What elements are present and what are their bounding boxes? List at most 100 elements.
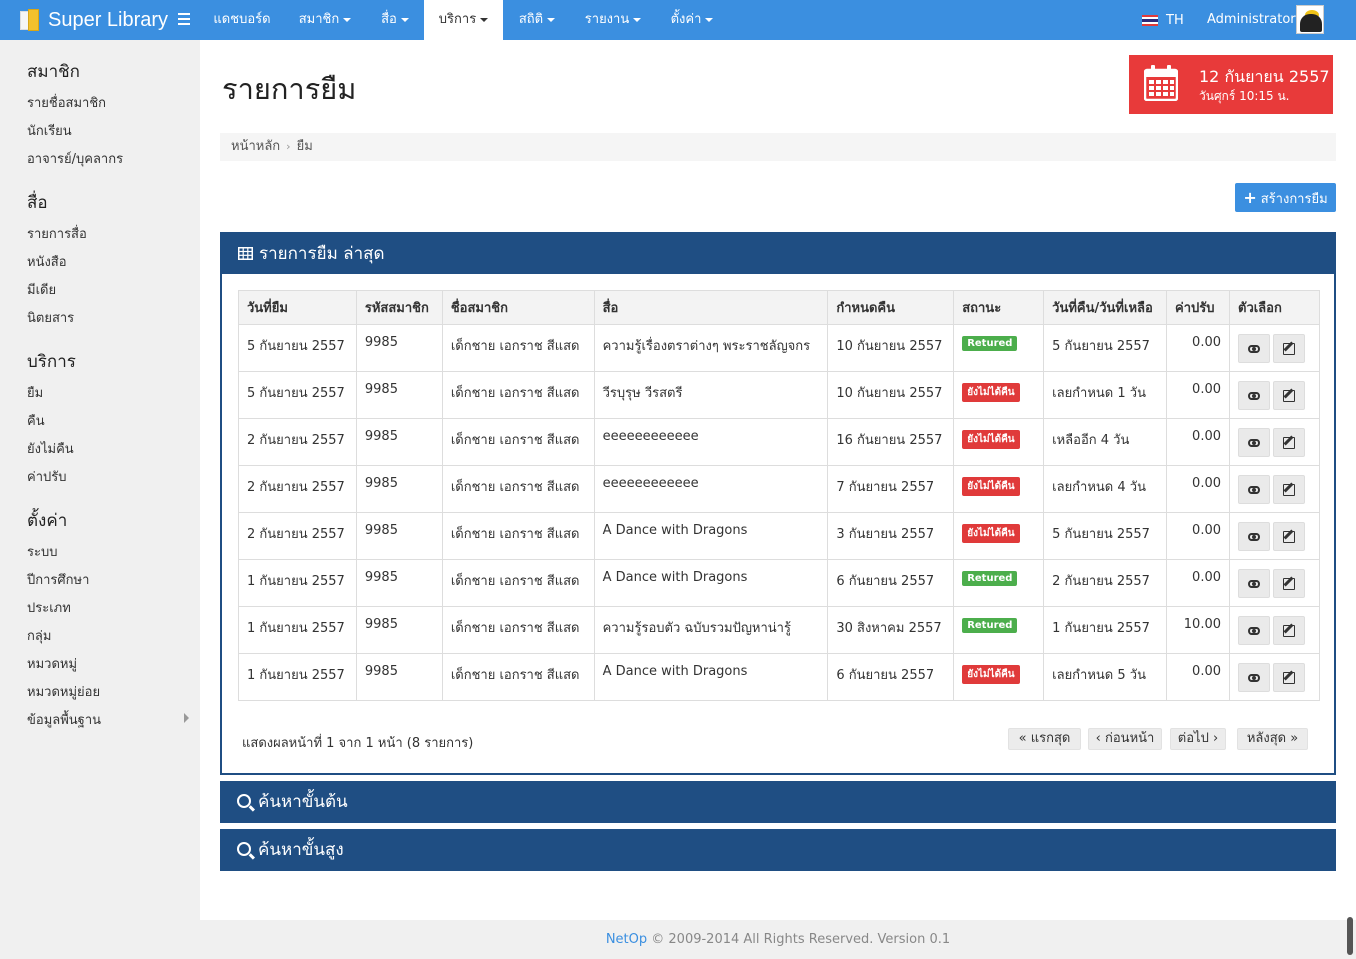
breadcrumb-home[interactable]: หน้าหลัก bbox=[231, 139, 280, 154]
sidebar-item-staff[interactable]: อาจารย์/บุคลากร bbox=[27, 148, 123, 169]
brand[interactable]: Super Library bbox=[18, 0, 168, 40]
footer: NetOp © 2009-2014 All Rights Reserved. V… bbox=[200, 920, 1356, 959]
language-switch[interactable]: TH bbox=[1142, 0, 1184, 40]
create-borrow-label: สร้างการยืม bbox=[1260, 192, 1328, 207]
cell-actions bbox=[1229, 512, 1320, 560]
cell-actions bbox=[1229, 653, 1320, 701]
sidebar-item-categories[interactable]: หมวดหมู่ bbox=[27, 653, 77, 674]
sidebar-item-not-returned[interactable]: ยังไม่คืน bbox=[27, 438, 74, 459]
table-row: 1 กันยายน 2557 9985 เด็กชาย เอกราช สีแสด คว… bbox=[238, 606, 1320, 654]
sidebar-item-groups[interactable]: กลุ่ม bbox=[27, 625, 51, 646]
cell-actions bbox=[1229, 418, 1320, 466]
col-media[interactable]: สื่อ bbox=[593, 290, 829, 325]
nav-members[interactable]: สมาชิก bbox=[286, 0, 364, 40]
scrollbar[interactable] bbox=[1347, 917, 1353, 955]
first-page-button[interactable]: « แรกสุด bbox=[1008, 728, 1081, 750]
sidebar-item-students[interactable]: นักเรียน bbox=[27, 120, 72, 141]
sidebar-item-magazines[interactable]: นิตยสาร bbox=[27, 307, 74, 328]
cell-due-date: 10 กันยายน 2557 bbox=[827, 371, 955, 419]
cell-borrow-date: 5 กันยายน 2557 bbox=[238, 324, 357, 372]
edit-button[interactable] bbox=[1273, 663, 1305, 692]
advanced-search-panel[interactable]: ค้นหาขั้นสูง bbox=[220, 829, 1336, 871]
view-button[interactable] bbox=[1238, 334, 1270, 363]
view-button[interactable] bbox=[1238, 381, 1270, 410]
nav-services[interactable]: บริการ bbox=[424, 0, 503, 40]
nav-dashboard[interactable]: แดชบอร์ด bbox=[202, 0, 282, 40]
view-button[interactable] bbox=[1238, 663, 1270, 692]
menu-toggle-icon[interactable] bbox=[178, 13, 190, 25]
caret-down-icon bbox=[480, 17, 489, 22]
cell-actions bbox=[1229, 371, 1320, 419]
sidebar-item-system[interactable]: ระบบ bbox=[27, 541, 57, 562]
view-button[interactable] bbox=[1238, 522, 1270, 551]
sidebar-item-member-list[interactable]: รายชื่อสมาชิก bbox=[27, 92, 106, 113]
cell-actions bbox=[1229, 465, 1320, 513]
create-borrow-button[interactable]: + สร้างการยืม bbox=[1235, 183, 1336, 212]
col-member-id[interactable]: รหัสสมาชิก bbox=[355, 290, 443, 325]
sidebar-heading-members: สมาชิก bbox=[27, 62, 80, 82]
cell-actions bbox=[1229, 559, 1320, 607]
view-button[interactable] bbox=[1238, 616, 1270, 645]
table-row: 2 กันยายน 2557 9985 เด็กชาย เอกราช สีแสด ee… bbox=[238, 465, 1320, 513]
cell-status: ยังไม่ได้คืน bbox=[953, 512, 1045, 560]
cell-status: ยังไม่ได้คืน bbox=[953, 653, 1045, 701]
edit-button[interactable] bbox=[1273, 475, 1305, 504]
sidebar-item-books[interactable]: หนังสือ bbox=[27, 251, 67, 272]
eye-icon bbox=[1248, 627, 1260, 635]
edit-button[interactable] bbox=[1273, 522, 1305, 551]
col-member-name[interactable]: ชื่อสมาชิก bbox=[441, 290, 595, 325]
col-due-date[interactable]: กำหนดคืน bbox=[827, 290, 955, 325]
view-button[interactable] bbox=[1238, 475, 1270, 504]
sidebar-item-borrow[interactable]: ยืม bbox=[27, 382, 43, 403]
breadcrumb-separator-icon: › bbox=[286, 140, 291, 153]
edit-button[interactable] bbox=[1273, 616, 1305, 645]
book-logo-icon bbox=[18, 9, 40, 31]
sidebar-heading-services: บริการ bbox=[27, 352, 76, 372]
status-badge: ยังไม่ได้คืน bbox=[962, 524, 1020, 543]
view-button[interactable] bbox=[1238, 428, 1270, 457]
col-borrow-date[interactable]: วันที่ยืม bbox=[238, 290, 357, 325]
sidebar-item-fines[interactable]: ค่าปรับ bbox=[27, 466, 66, 487]
user-name[interactable]: Administrator bbox=[1207, 0, 1296, 40]
nav-settings[interactable]: ตั้งค่า bbox=[658, 0, 726, 40]
sidebar-item-academic-year[interactable]: ปีการศึกษา bbox=[27, 569, 89, 590]
sidebar-item-base-data[interactable]: ข้อมูลพื้นฐาน bbox=[27, 709, 101, 730]
edit-button[interactable] bbox=[1273, 428, 1305, 457]
nav-reports[interactable]: รายงาน bbox=[572, 0, 654, 40]
last-page-button[interactable]: หลังสุด » bbox=[1237, 728, 1308, 750]
edit-button[interactable] bbox=[1273, 569, 1305, 598]
sidebar-item-multimedia[interactable]: มีเดีย bbox=[27, 279, 56, 300]
cell-borrow-date: 1 กันยายน 2557 bbox=[238, 559, 357, 607]
sidebar-heading-media: สื่อ bbox=[27, 193, 48, 213]
eye-icon bbox=[1248, 345, 1260, 353]
status-badge: ยังไม่ได้คืน bbox=[962, 477, 1020, 496]
sidebar-item-types[interactable]: ประเภท bbox=[27, 597, 71, 618]
footer-link[interactable]: NetOp bbox=[606, 932, 647, 947]
edit-button[interactable] bbox=[1273, 334, 1305, 363]
eye-icon bbox=[1248, 392, 1260, 400]
eye-icon bbox=[1248, 674, 1260, 682]
sidebar-item-subcategories[interactable]: หมวดหมู่ย่อย bbox=[27, 681, 100, 702]
sidebar: สมาชิก รายชื่อสมาชิก นักเรียน อาจารย์/บุ… bbox=[0, 40, 200, 959]
col-fine[interactable]: ค่าปรับ bbox=[1166, 290, 1230, 325]
search-icon bbox=[237, 842, 251, 856]
next-page-button[interactable]: ต่อไป › bbox=[1170, 728, 1226, 750]
edit-icon bbox=[1283, 437, 1295, 449]
basic-search-panel[interactable]: ค้นหาขั้นต้น bbox=[220, 781, 1336, 823]
sidebar-item-media-list[interactable]: รายการสื่อ bbox=[27, 223, 87, 244]
status-badge: Retured bbox=[962, 336, 1018, 351]
avatar[interactable] bbox=[1296, 5, 1324, 34]
view-button[interactable] bbox=[1238, 569, 1270, 598]
nav-services-label: บริการ bbox=[438, 12, 477, 27]
top-navbar: Super Library แดชบอร์ด สมาชิก สื่อ บริกา… bbox=[0, 0, 1356, 40]
col-status[interactable]: สถานะ bbox=[953, 290, 1045, 325]
prev-page-button[interactable]: ‹ ก่อนหน้า bbox=[1088, 728, 1162, 750]
cell-borrow-date: 2 กันยายน 2557 bbox=[238, 418, 357, 466]
edit-button[interactable] bbox=[1273, 381, 1305, 410]
caret-down-icon bbox=[547, 17, 556, 22]
nav-media[interactable]: สื่อ bbox=[368, 0, 422, 40]
sidebar-item-return[interactable]: คืน bbox=[27, 410, 45, 431]
col-return-date[interactable]: วันที่คืน/วันที่เหลือ bbox=[1043, 290, 1168, 325]
nav-statistics[interactable]: สถิติ bbox=[507, 0, 567, 40]
cell-fine: 0.00 bbox=[1166, 512, 1230, 560]
